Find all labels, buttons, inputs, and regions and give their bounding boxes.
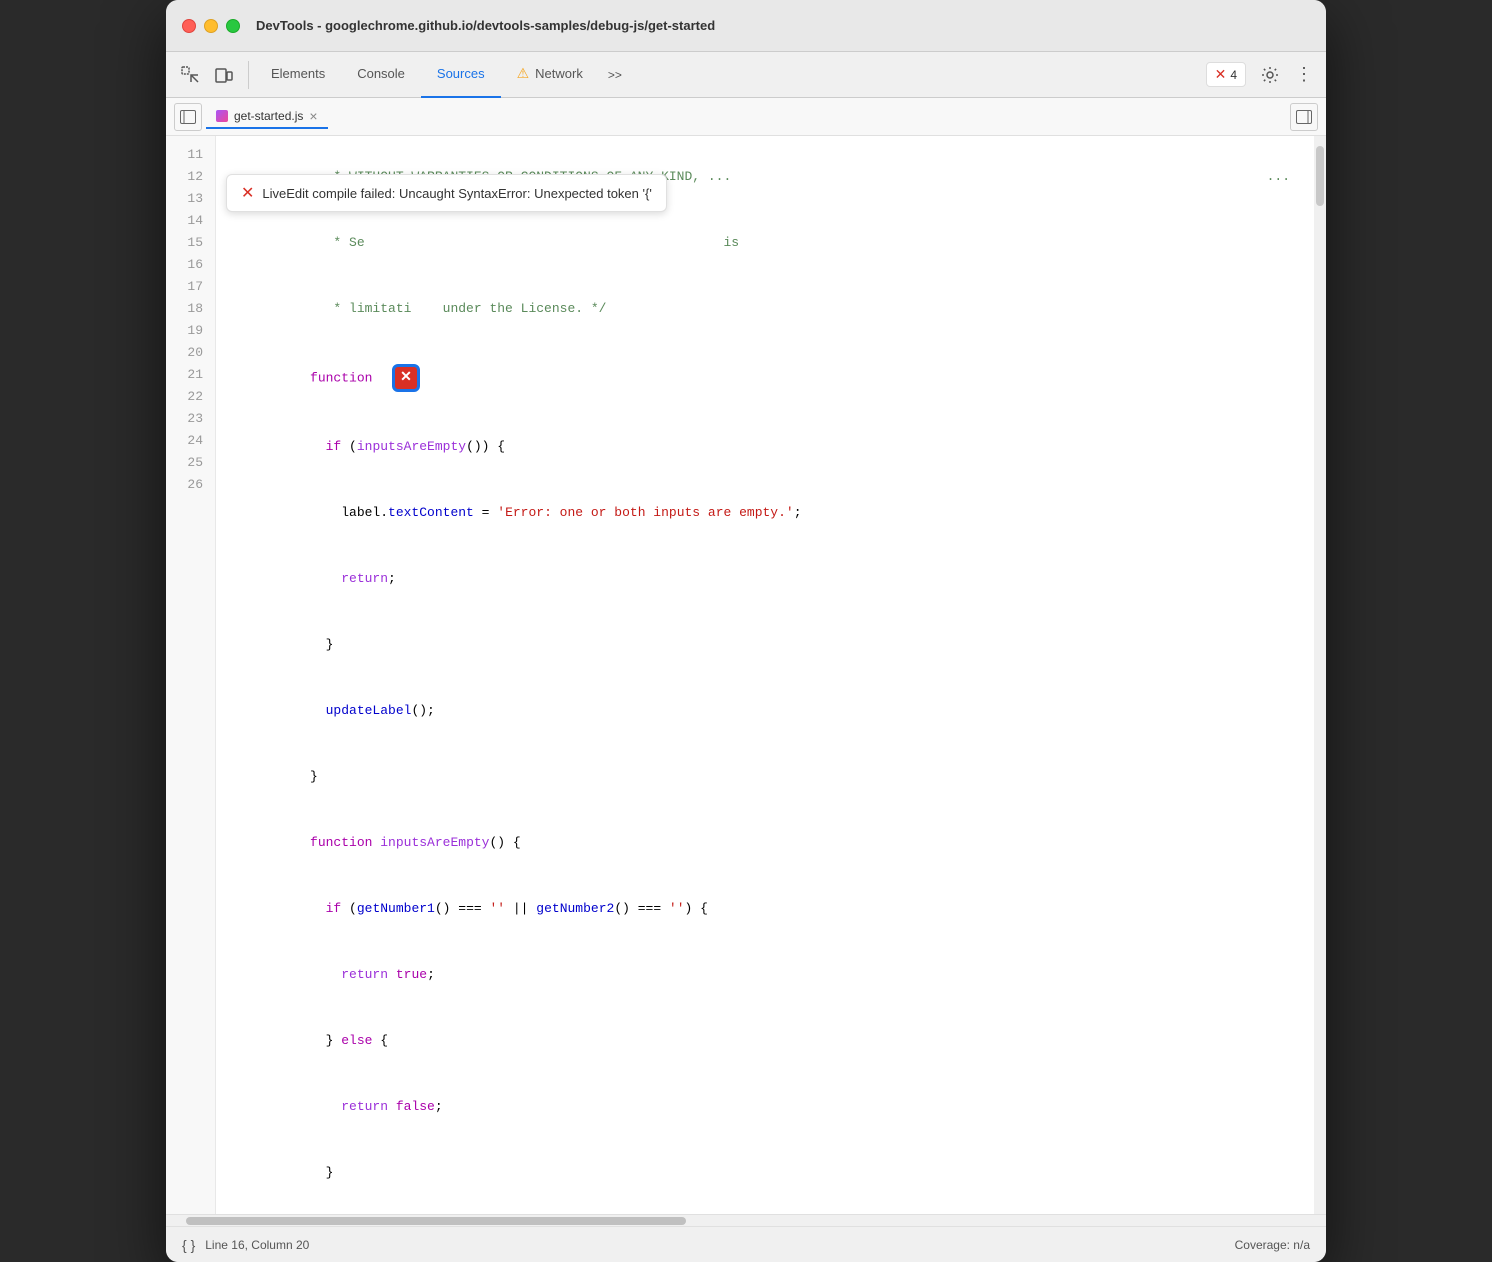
tab-network[interactable]: ⚠ Network: [501, 52, 599, 98]
cursor-position: Line 16, Column 20: [205, 1238, 309, 1252]
tab-console[interactable]: Console: [341, 52, 421, 98]
code-line-22: if (getNumber1() === '' || getNumber2() …: [232, 876, 1310, 942]
traffic-lights: [182, 19, 240, 33]
code-line-26: }: [232, 1140, 1310, 1206]
window-title: DevTools - googlechrome.github.io/devtoo…: [256, 18, 715, 33]
file-close-button[interactable]: ×: [309, 109, 317, 123]
code-lines: * WITHOUT WARRANTIES OR CONDITIONS OF AN…: [216, 136, 1326, 1214]
tab-elements[interactable]: Elements: [255, 52, 341, 98]
maximize-button[interactable]: [226, 19, 240, 33]
tab-sources[interactable]: Sources: [421, 52, 501, 98]
code-line-13: * limitati under the License. */: [232, 276, 1310, 342]
settings-button[interactable]: [1254, 59, 1286, 91]
vertical-scrollbar[interactable]: [1314, 136, 1326, 1214]
code-editor[interactable]: ✕ LiveEdit compile failed: Uncaught Synt…: [166, 136, 1326, 1226]
file-tab-get-started[interactable]: get-started.js ×: [206, 105, 328, 129]
error-marker-button[interactable]: ✕: [392, 364, 420, 392]
code-line-24: } else {: [232, 1008, 1310, 1074]
code-line-18: }: [232, 612, 1310, 678]
code-line-12: * Se is: [232, 210, 1310, 276]
code-line-17: return;: [232, 546, 1310, 612]
more-options-button[interactable]: ⋮: [1290, 59, 1318, 91]
vertical-scrollbar-thumb[interactable]: [1316, 146, 1324, 206]
close-button[interactable]: [182, 19, 196, 33]
sidebar-toggle-button[interactable]: [174, 103, 202, 131]
horizontal-scrollbar-thumb[interactable]: [186, 1217, 686, 1225]
code-line-25: return false;: [232, 1074, 1310, 1140]
minimize-button[interactable]: [204, 19, 218, 33]
error-icon: ✕: [241, 183, 254, 203]
error-count-badge[interactable]: ✕ 4: [1206, 62, 1246, 87]
coverage-status: Coverage: n/a: [1235, 1238, 1310, 1252]
devtools-window: DevTools - googlechrome.github.io/devtoo…: [166, 0, 1326, 1262]
status-bar: { } Line 16, Column 20 Coverage: n/a: [166, 1226, 1326, 1262]
error-tooltip: ✕ LiveEdit compile failed: Uncaught Synt…: [226, 174, 667, 212]
code-line-21: function inputsAreEmpty() {: [232, 810, 1310, 876]
tabs-overflow-button[interactable]: >>: [599, 59, 631, 91]
file-icon: [216, 110, 228, 122]
sources-right-panel-toggle[interactable]: [1290, 103, 1318, 131]
titlebar: DevTools - googlechrome.github.io/devtoo…: [166, 0, 1326, 52]
horizontal-scrollbar[interactable]: [166, 1214, 1326, 1226]
pretty-print-button[interactable]: { }: [182, 1237, 195, 1253]
code-content: 11 12 13 14 15 16 17 18 19 20 21 22 23 2…: [166, 136, 1326, 1214]
line-numbers: 11 12 13 14 15 16 17 18 19 20 21 22 23 2…: [166, 136, 216, 1214]
sources-toolbar: get-started.js ×: [166, 98, 1326, 136]
tab-separator: [248, 61, 249, 89]
inspect-element-button[interactable]: [174, 59, 206, 91]
devtools-tab-bar: Elements Console Sources ⚠ Network >> ✕ …: [166, 52, 1326, 98]
code-line-14: function ✕: [232, 342, 1310, 414]
device-toolbar-button[interactable]: [208, 59, 240, 91]
code-line-16: label.textContent = 'Error: one or both …: [232, 480, 1310, 546]
code-line-23: return true;: [232, 942, 1310, 1008]
code-line-19: updateLabel();: [232, 678, 1310, 744]
error-x-icon: ✕: [1215, 66, 1227, 83]
code-line-15: if (inputsAreEmpty()) {: [232, 414, 1310, 480]
code-line-20: }: [232, 744, 1310, 810]
warning-icon: ⚠: [517, 65, 530, 82]
